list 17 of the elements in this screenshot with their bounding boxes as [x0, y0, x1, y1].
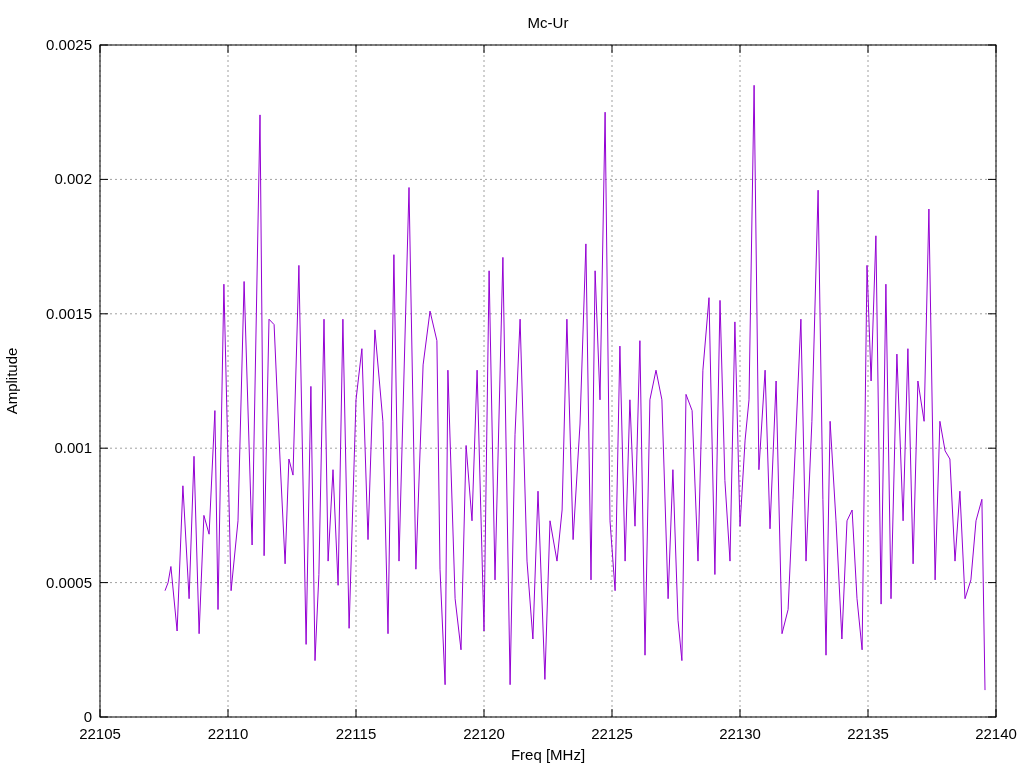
- y-tick-label: 0.001: [54, 439, 92, 457]
- x-tick-label: 22105: [79, 725, 121, 742]
- chart-title: Mc-Ur: [527, 14, 569, 31]
- y-tick-label: 0.0015: [46, 304, 92, 322]
- y-tick-label: 0.0025: [46, 36, 92, 53]
- x-tick-label: 22110: [207, 725, 249, 742]
- y-tick-label: 0.002: [54, 170, 92, 188]
- x-tick-label: 22125: [591, 725, 633, 742]
- x-tick-label: 22135: [847, 725, 889, 742]
- x-tick-label: 22140: [975, 725, 1017, 742]
- x-tick-label: 22120: [463, 725, 505, 742]
- y-tick-label: 0: [83, 708, 92, 725]
- y-axis-label: Amplitude: [3, 347, 20, 415]
- x-tick-label: 22130: [719, 725, 761, 742]
- y-tick-label: 0.0005: [46, 573, 92, 591]
- x-tick-label: 22115: [335, 725, 377, 742]
- x-axis-label: Freq [MHz]: [510, 746, 586, 763]
